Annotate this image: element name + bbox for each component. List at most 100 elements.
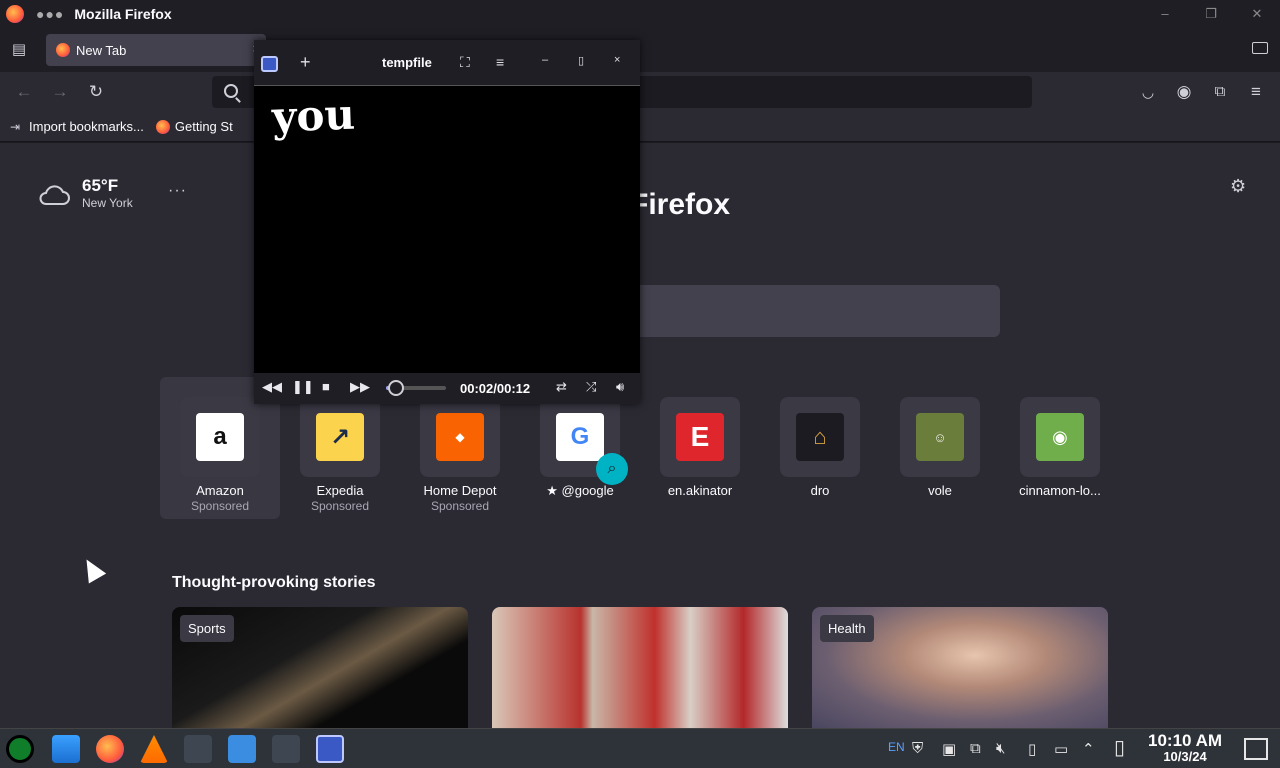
video-player-taskbar-icon[interactable] (316, 735, 344, 763)
window-menu-dots-icon[interactable]: ●●● (36, 6, 64, 22)
home-depot-logo-icon: ◆ (436, 413, 484, 461)
story-category-badge: Health (820, 615, 874, 642)
add-media-icon[interactable]: + (300, 52, 311, 73)
expedia-logo-icon: ↗ (316, 413, 364, 461)
story-card-health[interactable]: Health (812, 607, 1108, 728)
clipboard-icon[interactable]: ▣ (942, 740, 956, 758)
terminal-icon[interactable] (272, 735, 300, 763)
top-site-cinnamon[interactable]: ◉ cinnamon-lo... (1000, 397, 1120, 498)
vole-logo-icon: ☺ (916, 413, 964, 461)
top-site-vole[interactable]: ☺ vole (880, 397, 1000, 498)
newtab-search-input[interactable] (620, 285, 1000, 337)
bookmark-getting-started[interactable]: Getting St (155, 119, 233, 134)
minimize-button[interactable]: – (1142, 0, 1188, 28)
new-tab-page: 65°F New York ··· ⚙ Firefox a Amazon Spo… (0, 143, 1280, 728)
top-site-tile: ↗ (300, 397, 380, 477)
gear-icon[interactable]: ⚙ (1230, 176, 1246, 197)
show-desktop-icon[interactable] (1244, 738, 1268, 760)
video-caption: you (271, 89, 356, 142)
top-site-name: Expedia (316, 483, 364, 498)
navigation-toolbar: ← → ↻ ◡ ◉ ⧉ ≡ (0, 72, 1280, 112)
search-icon (224, 84, 238, 98)
tab-overview-icon[interactable] (1252, 42, 1268, 54)
maximize-button[interactable]: ❐ (1188, 0, 1234, 28)
import-icon: ⇥ (10, 119, 21, 134)
battery-icon[interactable]: ▯ (1028, 740, 1036, 758)
tab-label: New Tab (76, 42, 127, 58)
shield-icon[interactable]: ⛨ (912, 740, 923, 757)
player-minimize-button[interactable]: – (542, 54, 548, 66)
fast-forward-icon[interactable]: ▶▶ (350, 379, 370, 395)
top-site-name: en.akinator (667, 483, 733, 498)
top-site-name: Home Depot (423, 483, 497, 498)
taskbar: EN ⛨ ▣ ⧉ 🔇︎ ▯ ▭ ⌃ ▯ 10:10 AM 10/3/24 (0, 728, 1280, 768)
pause-icon[interactable]: ❚❚ (292, 379, 314, 395)
video-player-window: + tempfile ⛶ ≡ – ▯ × you ◀◀ ❚❚ ■ ▶▶ 00:0… (254, 40, 640, 404)
story-card-sports[interactable]: Sports (172, 607, 468, 728)
tab-bar: ▤ New Tab × (0, 28, 1280, 72)
top-site-amazon[interactable]: a Amazon Sponsored (160, 397, 280, 513)
top-site-name-text: @google (561, 483, 614, 498)
top-site-dro[interactable]: ⌂ dro (760, 397, 880, 498)
window-title: Mozilla Firefox (74, 6, 172, 22)
weather-widget[interactable]: 65°F New York ··· (38, 176, 186, 210)
top-site-tile: ☺ (900, 397, 980, 477)
firefox-favicon-icon (155, 119, 170, 134)
software-icon[interactable] (228, 735, 256, 763)
fullscreen-icon[interactable]: ⛶ (460, 54, 470, 71)
top-site-home-depot[interactable]: ◆ Home Depot Sponsored (400, 397, 520, 513)
forward-arrow-icon[interactable]: → (48, 80, 72, 104)
tab-new-tab[interactable]: New Tab × (46, 34, 266, 66)
playback-time: 00:02/00:12 (460, 381, 531, 396)
clock[interactable]: 10:10 AM 10/3/24 (1148, 731, 1222, 764)
close-window-button[interactable]: ✕ (1234, 0, 1280, 28)
phone-icon[interactable]: ▯ (1114, 735, 1125, 760)
clock-time: 10:10 AM (1148, 731, 1223, 750)
loop-icon[interactable]: ⇄ (556, 379, 567, 395)
back-arrow-icon[interactable]: ← (12, 80, 36, 104)
top-site-name: dro (810, 483, 830, 498)
firefox-icon[interactable] (96, 735, 124, 763)
seek-bar[interactable] (386, 380, 446, 396)
weather-more-options-icon[interactable]: ··· (168, 182, 187, 200)
top-site-tile: ⌂ (780, 397, 860, 477)
bookmarks-toolbar: ⇥ Import bookmarks... Getting St (0, 112, 1280, 142)
stop-icon[interactable]: ■ (322, 379, 330, 394)
volume-icon[interactable]: 🔊︎ (616, 379, 624, 395)
akinator-logo-icon: E (676, 413, 724, 461)
file-manager-icon[interactable] (52, 735, 80, 763)
story-card-video[interactable] (492, 607, 788, 728)
vlc-icon[interactable] (140, 735, 168, 763)
top-site-tile: ◆ (420, 397, 500, 477)
player-menu-icon[interactable]: ≡ (496, 54, 504, 70)
reload-icon[interactable]: ↻ (84, 80, 108, 104)
boot-icon: ⌂ (796, 413, 844, 461)
chevron-up-icon[interactable]: ⌃ (1082, 740, 1095, 758)
firefox-logo-icon (6, 5, 24, 23)
seek-bar-knob[interactable] (388, 380, 404, 396)
rewind-icon[interactable]: ◀◀ (262, 379, 282, 395)
menu-hamburger-icon[interactable]: ≡ (1244, 80, 1268, 104)
player-maximize-button[interactable]: ▯ (578, 54, 584, 67)
weather-temperature: 65°F (82, 176, 119, 195)
muted-volume-icon[interactable]: 🔇︎ (996, 740, 1005, 757)
shuffle-icon[interactable]: ⤮ (586, 379, 596, 395)
display-icon[interactable]: ▭ (1054, 740, 1068, 758)
extensions-icon[interactable]: ⧉ (1208, 80, 1232, 104)
top-site-google[interactable]: G ⌕ ★ @google (520, 397, 640, 499)
keyboard-language[interactable]: EN (888, 740, 905, 754)
top-site-akinator[interactable]: E en.akinator (640, 397, 760, 498)
list-all-tabs-icon[interactable]: ▤ (8, 40, 30, 62)
copy-icon[interactable]: ⧉ (970, 740, 981, 757)
pocket-icon[interactable]: ◡ (1136, 80, 1160, 104)
account-icon[interactable]: ◉ (1172, 80, 1196, 104)
top-site-expedia[interactable]: ↗ Expedia Sponsored (280, 397, 400, 513)
start-menu-icon[interactable] (6, 735, 34, 763)
top-site-name: cinnamon-lo... (1019, 483, 1101, 498)
video-frame[interactable]: you (254, 87, 640, 373)
bookmark-import[interactable]: ⇥ Import bookmarks... (10, 119, 144, 134)
top-site-name: ★ @google (546, 483, 614, 498)
firefox-wordmark: Firefox (630, 188, 731, 221)
settings-sliders-icon[interactable] (184, 735, 212, 763)
player-close-button[interactable]: × (614, 54, 620, 66)
